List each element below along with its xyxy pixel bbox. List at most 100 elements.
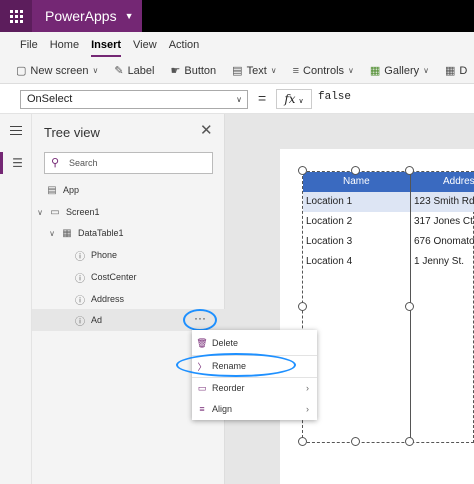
resize-handle[interactable] bbox=[298, 437, 307, 446]
resize-handle[interactable] bbox=[298, 166, 307, 175]
chevron-down-icon[interactable]: ▼ bbox=[125, 11, 134, 21]
table-cell: 123 Smith Rd. bbox=[414, 196, 474, 207]
search-icon: ⚲ bbox=[51, 157, 60, 169]
resize-handle[interactable] bbox=[351, 437, 360, 446]
tree-item-datatable[interactable]: ∨ ▦ DataTable1 bbox=[48, 225, 124, 241]
search-input[interactable]: ⚲ Search bbox=[44, 152, 213, 174]
tree-item-label: CostCenter bbox=[91, 272, 137, 282]
column-header[interactable]: Name bbox=[343, 176, 370, 187]
fx-button[interactable]: fx ∨ bbox=[276, 89, 312, 109]
app-title[interactable]: PowerApps bbox=[45, 8, 117, 24]
tree-item-field[interactable]: ⓘ Ad bbox=[74, 312, 102, 328]
menu-item-label: Reorder bbox=[212, 383, 245, 393]
resize-handle[interactable] bbox=[298, 302, 307, 311]
menu-file[interactable]: File bbox=[20, 39, 38, 51]
panel-title: Tree view bbox=[44, 125, 100, 140]
column-icon: ⓘ bbox=[75, 316, 85, 328]
controls-label: Controls bbox=[303, 64, 345, 77]
table-cell: Location 4 bbox=[306, 256, 353, 267]
chevron-down-icon: ∨ bbox=[348, 66, 354, 75]
screen-canvas[interactable]: Name Addres Location 1 123 Smith Rd. Loc… bbox=[280, 149, 474, 484]
left-rail: ☰ bbox=[0, 114, 32, 484]
tree-item-label: Ad bbox=[91, 315, 103, 325]
menu-item-delete[interactable]: 🗑 Delete bbox=[192, 332, 317, 354]
text-button[interactable]: ▤ Text ∨ bbox=[224, 64, 284, 78]
trash-icon: 🗑 bbox=[196, 337, 208, 348]
gallery-button[interactable]: ▦ Gallery ∨ bbox=[362, 64, 437, 78]
tree-item-screen[interactable]: ∨ ▭ Screen1 bbox=[36, 204, 100, 220]
controls-button[interactable]: ≡ Controls ∨ bbox=[285, 65, 362, 77]
table-cell: 317 Jones Ct. bbox=[414, 216, 474, 227]
table-row[interactable]: Location 4 1 Jenny St. bbox=[303, 252, 474, 272]
table-row[interactable]: Location 1 123 Smith Rd. bbox=[303, 192, 474, 212]
resize-handle[interactable] bbox=[405, 437, 414, 446]
hamburger-icon[interactable] bbox=[10, 126, 22, 138]
ribbon-toolbar: ▢ New screen ∨ ✎ Label ☛ Button ▤ Text ∨… bbox=[0, 58, 474, 84]
chevron-right-icon: › bbox=[306, 383, 309, 393]
column-icon: ⓘ bbox=[75, 295, 85, 307]
chevron-down-icon[interactable]: ∨ bbox=[48, 229, 56, 238]
waffle-icon bbox=[9, 9, 23, 23]
data-table-button[interactable]: ▦ D bbox=[437, 64, 474, 78]
data-table[interactable]: Name Addres Location 1 123 Smith Rd. Loc… bbox=[302, 171, 474, 444]
new-screen-label: New screen bbox=[30, 64, 89, 77]
menu-item-label: Align bbox=[212, 404, 233, 414]
property-dropdown[interactable]: OnSelect ∨ bbox=[20, 90, 248, 109]
chevron-down-icon[interactable]: ∨ bbox=[36, 208, 44, 217]
formula-bar: OnSelect ∨ = fx ∨ false bbox=[0, 84, 474, 114]
table-header: Name Addres bbox=[303, 172, 474, 192]
search-placeholder: Search bbox=[69, 158, 98, 168]
new-screen-icon: ▢ bbox=[16, 65, 27, 77]
menu-action[interactable]: Action bbox=[169, 39, 200, 51]
screen-icon: ▭ bbox=[50, 206, 60, 218]
resize-handle[interactable] bbox=[405, 166, 414, 175]
resize-handle[interactable] bbox=[405, 302, 414, 311]
label-label: Label bbox=[127, 64, 155, 77]
gallery-icon: ▦ bbox=[369, 65, 381, 77]
tree-item-label: Screen1 bbox=[66, 207, 100, 217]
tree-item-app[interactable]: ▤ App bbox=[46, 182, 79, 198]
menu-view[interactable]: View bbox=[133, 39, 157, 51]
table-cell: Location 3 bbox=[306, 236, 353, 247]
close-icon[interactable]: ✕ bbox=[200, 121, 213, 139]
tree-item-label: Address bbox=[91, 294, 125, 304]
tree-item-selected[interactable]: ⓘ Ad ··· bbox=[32, 309, 225, 331]
menu-item-reorder[interactable]: ▭ Reorder › bbox=[192, 377, 317, 399]
menu-insert[interactable]: Insert bbox=[91, 39, 121, 57]
equals-sign: = bbox=[258, 90, 267, 106]
menu-home[interactable]: Home bbox=[50, 39, 79, 51]
highlight-ring bbox=[176, 353, 296, 377]
text-label: Text bbox=[246, 64, 267, 77]
data-table-label: D bbox=[459, 64, 468, 77]
header-dark-area bbox=[142, 0, 474, 32]
controls-icon: ≡ bbox=[292, 64, 300, 77]
layers-icon[interactable]: ☰ bbox=[0, 152, 32, 174]
table-row[interactable]: Location 3 676 Onomato bbox=[303, 232, 474, 252]
app-launcher-button[interactable] bbox=[0, 0, 32, 32]
chevron-right-icon: › bbox=[306, 404, 309, 414]
new-screen-button[interactable]: ▢ New screen ∨ bbox=[8, 64, 106, 78]
app-icon: ▤ bbox=[47, 184, 57, 196]
label-button[interactable]: ✎ Label bbox=[106, 64, 162, 78]
chevron-down-icon: ∨ bbox=[92, 66, 99, 75]
property-value: OnSelect bbox=[27, 93, 73, 105]
label-icon: ✎ bbox=[114, 65, 124, 77]
tree-item-field[interactable]: ⓘ Address bbox=[74, 291, 124, 307]
fx-icon: fx bbox=[284, 92, 296, 106]
reorder-icon: ▭ bbox=[197, 382, 207, 393]
tree-item-label: DataTable1 bbox=[78, 228, 124, 238]
design-canvas: Name Addres Location 1 123 Smith Rd. Loc… bbox=[225, 114, 474, 484]
data-table-icon: ▦ bbox=[444, 65, 456, 77]
table-row[interactable]: Location 2 317 Jones Ct. bbox=[303, 212, 474, 232]
tree-view-panel: Tree view ✕ ⚲ Search ▤ App ∨ ▭ Screen1 ∨… bbox=[32, 114, 225, 484]
app-header: PowerApps ▼ bbox=[0, 0, 474, 32]
column-header[interactable]: Addres bbox=[443, 176, 474, 187]
menu-bar: File Home Insert View Action bbox=[0, 32, 474, 58]
formula-input[interactable]: false bbox=[318, 91, 351, 103]
more-options-button[interactable]: ··· bbox=[183, 309, 217, 331]
resize-handle[interactable] bbox=[351, 166, 360, 175]
tree-item-field[interactable]: ⓘ CostCenter bbox=[74, 269, 137, 285]
tree-item-field[interactable]: ⓘ Phone bbox=[74, 247, 117, 263]
menu-item-align[interactable]: ≡ Align › bbox=[192, 398, 317, 420]
button-button[interactable]: ☛ Button bbox=[162, 64, 224, 78]
